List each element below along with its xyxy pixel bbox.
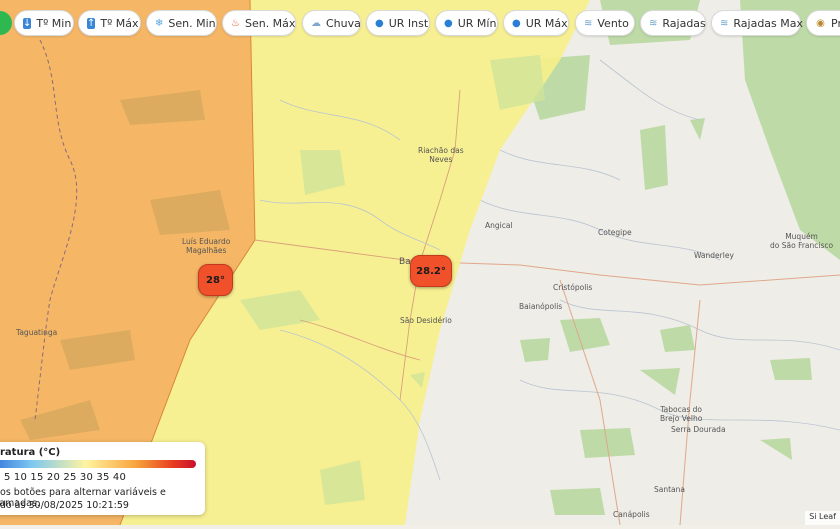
button-label: Vento <box>597 16 629 30</box>
legend-ticks: 0 5 10 15 20 25 30 35 40 <box>0 472 127 483</box>
legend-title: ratura (°C) <box>0 447 61 458</box>
place-label-angical: Angical <box>485 221 513 230</box>
legend-updated: ado às 30/08/2025 10:21:59 <box>0 500 129 511</box>
droplet-icon: ● <box>375 17 384 29</box>
place-label-barreiras: Ba <box>399 257 411 267</box>
button-label: Sen. Min <box>168 16 216 30</box>
ur-min-button[interactable]: ● UR Mín <box>435 10 498 36</box>
temperature-marker-barreiras[interactable]: 28.2° <box>410 255 452 287</box>
button-label: Rajadas Max <box>733 16 804 30</box>
pressure-button[interactable]: ◉ Pre <box>806 10 840 36</box>
fire-icon: ♨ <box>231 17 240 29</box>
rain-cloud-icon: ☁ <box>311 17 321 29</box>
ur-inst-button[interactable]: ● UR Inst <box>366 10 430 36</box>
active-layer-indicator[interactable] <box>0 11 12 35</box>
button-label: UR Máx <box>525 16 568 30</box>
tmax-button[interactable]: ↑ Tº Máx <box>78 10 141 36</box>
wind-icon: ≋ <box>649 17 658 29</box>
place-label-tabocas: Tabocas do Brejo Velho <box>660 405 703 423</box>
ur-max-button[interactable]: ● UR Máx <box>503 10 569 36</box>
droplet-icon: ● <box>444 17 453 29</box>
place-label-muquem: Muquém do São Francisco <box>770 232 834 250</box>
button-label: Pre <box>831 16 840 30</box>
rajadas-max-button[interactable]: ≋ Rajadas Max <box>711 10 804 36</box>
button-label: UR Inst <box>388 16 429 30</box>
tmin-button[interactable]: ↓ Tº Min <box>14 10 74 36</box>
place-label-riachao: Riachão das Neves <box>418 146 464 164</box>
temperature-marker-luis-eduardo[interactable]: 28° <box>198 264 233 296</box>
up-arrow-icon: ↑ <box>87 17 96 29</box>
legend-color-scale <box>0 460 196 468</box>
wind-icon: ≋ <box>720 17 729 29</box>
place-label-taguatinga: Taguatinga <box>16 328 58 337</box>
vento-button[interactable]: ≋ Vento <box>575 10 635 36</box>
variable-toolbar: ↓ Tº Min ↑ Tº Máx ❄ Sen. Min ♨ Sen. Máx … <box>0 10 840 38</box>
gauge-icon: ◉ <box>816 17 825 29</box>
button-label: Rajadas <box>662 16 706 30</box>
temperature-value: 28.2° <box>416 265 446 277</box>
sen-max-button[interactable]: ♨ Sen. Máx <box>222 10 296 36</box>
place-label-cotegipe: Cotegipe <box>598 228 632 237</box>
place-label-canapolis: Canápolis <box>613 510 650 519</box>
map-attribution[interactable]: Si Leaf <box>805 511 840 525</box>
button-label: Chuva <box>326 16 361 30</box>
snowflake-icon: ❄ <box>155 17 164 29</box>
place-label-wanderley: Wanderley <box>694 251 734 260</box>
button-label: Sen. Máx <box>244 16 296 30</box>
attribution-text: Si Leaf <box>809 512 836 521</box>
wind-icon: ≋ <box>584 17 593 29</box>
place-label-cristopolis: Cristópolis <box>553 283 593 292</box>
place-label-sao-desiderio: São Desidério <box>400 316 452 325</box>
button-label: Tº Min <box>36 16 72 30</box>
temperature-legend: ratura (°C) 0 5 10 15 20 25 30 35 40 nos… <box>0 442 205 515</box>
down-arrow-icon: ↓ <box>23 17 32 29</box>
place-label-santana: Santana <box>654 485 685 494</box>
temperature-value: 28° <box>206 274 225 286</box>
chuva-button[interactable]: ☁ Chuva <box>302 10 361 36</box>
rajadas-button[interactable]: ≋ Rajadas <box>640 10 706 36</box>
place-label-baianopolis: Baianópolis <box>519 302 563 311</box>
button-label: Tº Máx <box>100 16 139 30</box>
place-label-luis-eduardo: Luís Eduardo Magalhães <box>182 237 231 255</box>
button-label: UR Mín <box>457 16 497 30</box>
sen-min-button[interactable]: ❄ Sen. Min <box>146 10 217 36</box>
droplet-icon: ● <box>512 17 521 29</box>
place-label-serra-dourada: Serra Dourada <box>671 425 726 434</box>
